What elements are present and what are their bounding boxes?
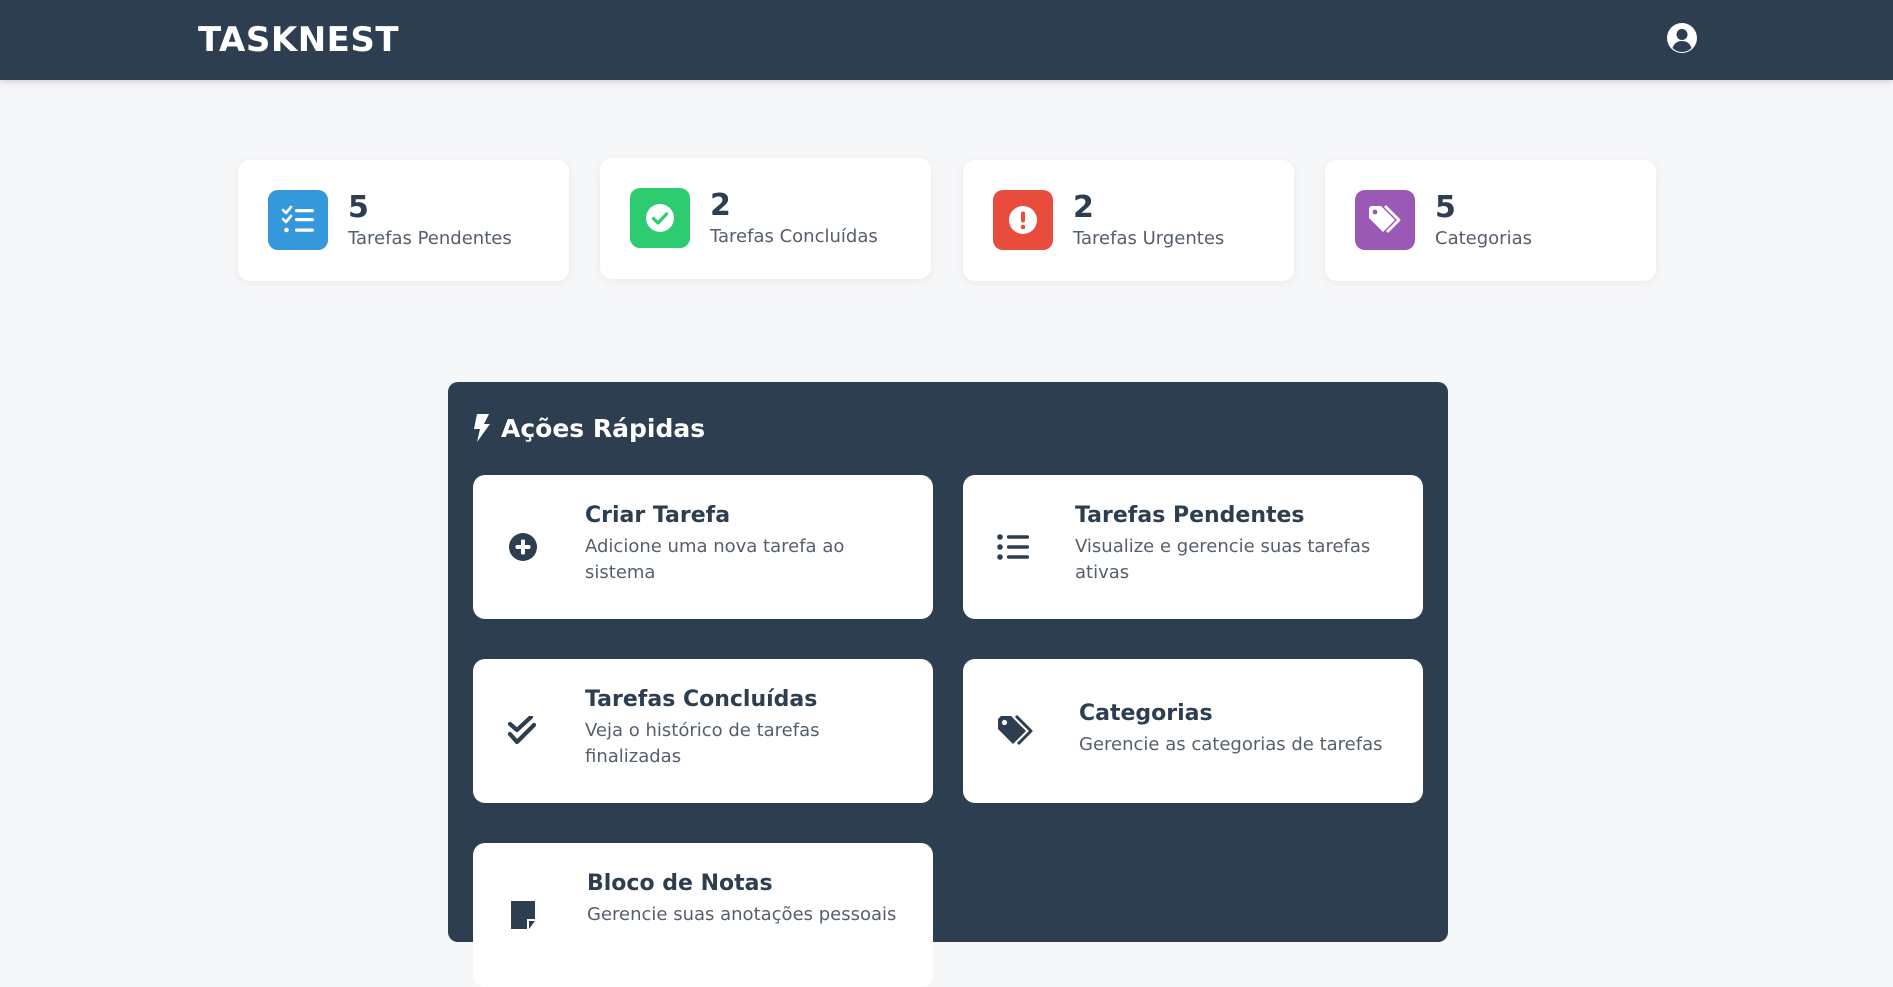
stat-value: 2 bbox=[710, 188, 731, 223]
action-card-categories[interactable]: Categorias Gerencie as categorias de tar… bbox=[963, 659, 1423, 803]
stat-label: Tarefas Pendentes bbox=[348, 228, 512, 249]
action-card-create-task[interactable]: Criar Tarefa Adicione uma nova tarefa ao… bbox=[473, 475, 933, 619]
task-list-icon bbox=[268, 190, 328, 250]
plus-circle-icon bbox=[503, 527, 543, 567]
stat-value: 5 bbox=[1435, 190, 1456, 225]
stat-card-categories: 5 Categorias bbox=[1325, 160, 1656, 281]
stat-label: Categorias bbox=[1435, 228, 1532, 249]
double-check-icon bbox=[503, 711, 543, 751]
stat-card-urgent: 2 Tarefas Urgentes bbox=[963, 160, 1294, 281]
brand-logo[interactable]: TASKNEST bbox=[198, 20, 399, 60]
action-title: Criar Tarefa bbox=[585, 503, 731, 528]
exclamation-circle-icon bbox=[993, 190, 1053, 250]
action-title: Categorias bbox=[1079, 701, 1213, 726]
stat-label: Tarefas Urgentes bbox=[1073, 228, 1225, 249]
stat-card-completed: 2 Tarefas Concluídas bbox=[600, 158, 931, 279]
list-icon bbox=[993, 527, 1033, 567]
action-card-completed-tasks[interactable]: Tarefas Concluídas Veja o histórico de t… bbox=[473, 659, 933, 803]
stat-value: 2 bbox=[1073, 190, 1094, 225]
sticky-note-icon bbox=[503, 895, 543, 935]
action-title: Bloco de Notas bbox=[587, 871, 773, 896]
action-description: Gerencie as categorias de tarefas bbox=[1079, 734, 1383, 755]
action-description: Visualize e gerencie suas tarefas ativas bbox=[1075, 536, 1371, 583]
stat-value: 5 bbox=[348, 190, 369, 225]
action-title: Tarefas Pendentes bbox=[1075, 503, 1305, 528]
bolt-icon bbox=[474, 414, 490, 442]
action-card-pending-tasks[interactable]: Tarefas Pendentes Visualize e gerencie s… bbox=[963, 475, 1423, 619]
navbar: TASKNEST bbox=[0, 0, 1893, 80]
action-description: Adicione uma nova tarefa ao sistema bbox=[585, 536, 845, 583]
check-circle-icon bbox=[630, 188, 690, 248]
tags-icon bbox=[1355, 190, 1415, 250]
user-circle-icon bbox=[1667, 23, 1697, 53]
action-description: Veja o histórico de tarefas finalizadas bbox=[585, 720, 820, 767]
user-profile-button[interactable] bbox=[1666, 22, 1698, 54]
action-card-notepad[interactable]: Bloco de Notas Gerencie suas anotações p… bbox=[473, 843, 933, 987]
action-description: Gerencie suas anotações pessoais bbox=[587, 904, 897, 925]
tags-icon bbox=[995, 711, 1037, 751]
quick-actions-title: Ações Rápidas bbox=[473, 412, 705, 444]
stat-label: Tarefas Concluídas bbox=[710, 226, 878, 247]
stat-card-pending: 5 Tarefas Pendentes bbox=[238, 160, 569, 281]
action-title: Tarefas Concluídas bbox=[585, 687, 818, 712]
quick-actions-title-text: Ações Rápidas bbox=[501, 413, 706, 443]
quick-actions-panel: Ações Rápidas Criar Tarefa Adicione uma … bbox=[448, 382, 1448, 987]
